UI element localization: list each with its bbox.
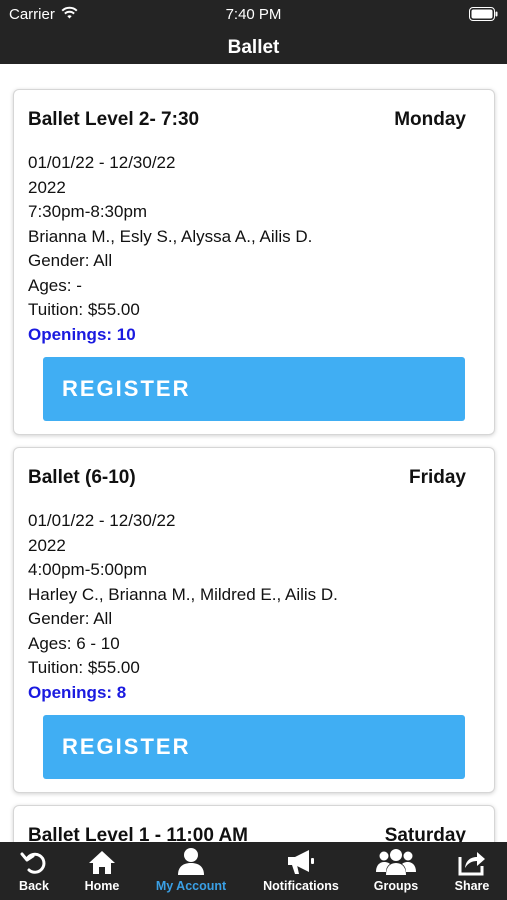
class-tuition: Tuition: $55.00 [28, 300, 140, 319]
app-screen: Carrier 7:40 PM Ballet Ballet Level 2- 7… [0, 0, 507, 900]
class-gender: Gender: All [28, 609, 113, 628]
class-title: Ballet Level 1 - 11:00 AM [28, 825, 249, 842]
class-list[interactable]: Ballet Level 2- 7:30 Monday 01/01/22 - 1… [0, 64, 507, 842]
class-details: 01/01/22 - 12/30/22 2022 7:30pm-8:30pm B… [28, 151, 312, 347]
class-time: 4:00pm-5:00pm [28, 560, 148, 579]
class-instructors: Brianna M., Esly S., Alyssa A., Ailis D. [28, 226, 313, 246]
class-tuition: Tuition: $55.00 [28, 658, 140, 677]
class-card: Ballet (6-10) Friday 01/01/22 - 12/30/22… [13, 447, 495, 793]
tab-label: Back [19, 879, 49, 893]
tab-label: Notifications [263, 879, 339, 893]
share-icon [457, 842, 487, 876]
tab-my-account[interactable]: My Account [150, 842, 232, 900]
tab-notifications[interactable]: Notifications [258, 842, 344, 900]
tab-label: Groups [373, 879, 419, 893]
tab-share[interactable]: Share [444, 842, 500, 900]
back-arrow-icon [20, 842, 48, 876]
class-openings: Openings: 8 [28, 682, 127, 702]
class-date-range: 01/01/22 - 12/30/22 [28, 153, 176, 172]
tab-label: My Account [155, 879, 227, 893]
nav-bar: Ballet [0, 28, 507, 64]
class-ages: Ages: 6 - 10 [28, 633, 120, 653]
groups-icon [375, 842, 417, 876]
class-day: Friday [408, 467, 466, 488]
tab-label: Share [454, 879, 490, 893]
tab-home[interactable]: Home [72, 842, 132, 900]
tab-label: Home [84, 879, 120, 893]
class-gender: Gender: All [28, 251, 113, 270]
class-ages: Ages: - [28, 275, 82, 295]
class-year: 2022 [28, 535, 66, 555]
status-time: 7:40 PM [225, 6, 282, 23]
register-button[interactable]: REGISTER [43, 357, 465, 421]
tab-back[interactable]: Back [4, 842, 64, 900]
battery-icon [469, 7, 498, 25]
class-day: Monday [394, 109, 466, 130]
home-icon [88, 842, 116, 876]
user-icon [176, 842, 206, 876]
tab-bar: Back Home My Account Notifications Group… [0, 842, 507, 900]
class-date-range: 01/01/22 - 12/30/22 [28, 511, 176, 530]
tab-groups[interactable]: Groups [366, 842, 426, 900]
class-title: Ballet Level 2- 7:30 [28, 109, 200, 130]
class-instructors: Harley C., Brianna M., Mildred E., Ailis… [28, 584, 338, 604]
megaphone-icon [286, 842, 316, 876]
page-title: Ballet [227, 37, 280, 58]
class-title: Ballet (6-10) [28, 467, 136, 488]
class-openings: Openings: 10 [28, 324, 136, 344]
class-card: Ballet Level 2- 7:30 Monday 01/01/22 - 1… [13, 89, 495, 435]
class-year: 2022 [28, 177, 66, 197]
register-button[interactable]: REGISTER [43, 715, 465, 779]
class-details: 01/01/22 - 12/30/22 2022 4:00pm-5:00pm H… [28, 509, 338, 705]
class-time: 7:30pm-8:30pm [28, 202, 148, 221]
class-day: Saturday [384, 825, 466, 842]
class-card: Ballet Level 1 - 11:00 AM Saturday [13, 805, 495, 842]
status-bar: Carrier 7:40 PM [0, 0, 507, 28]
